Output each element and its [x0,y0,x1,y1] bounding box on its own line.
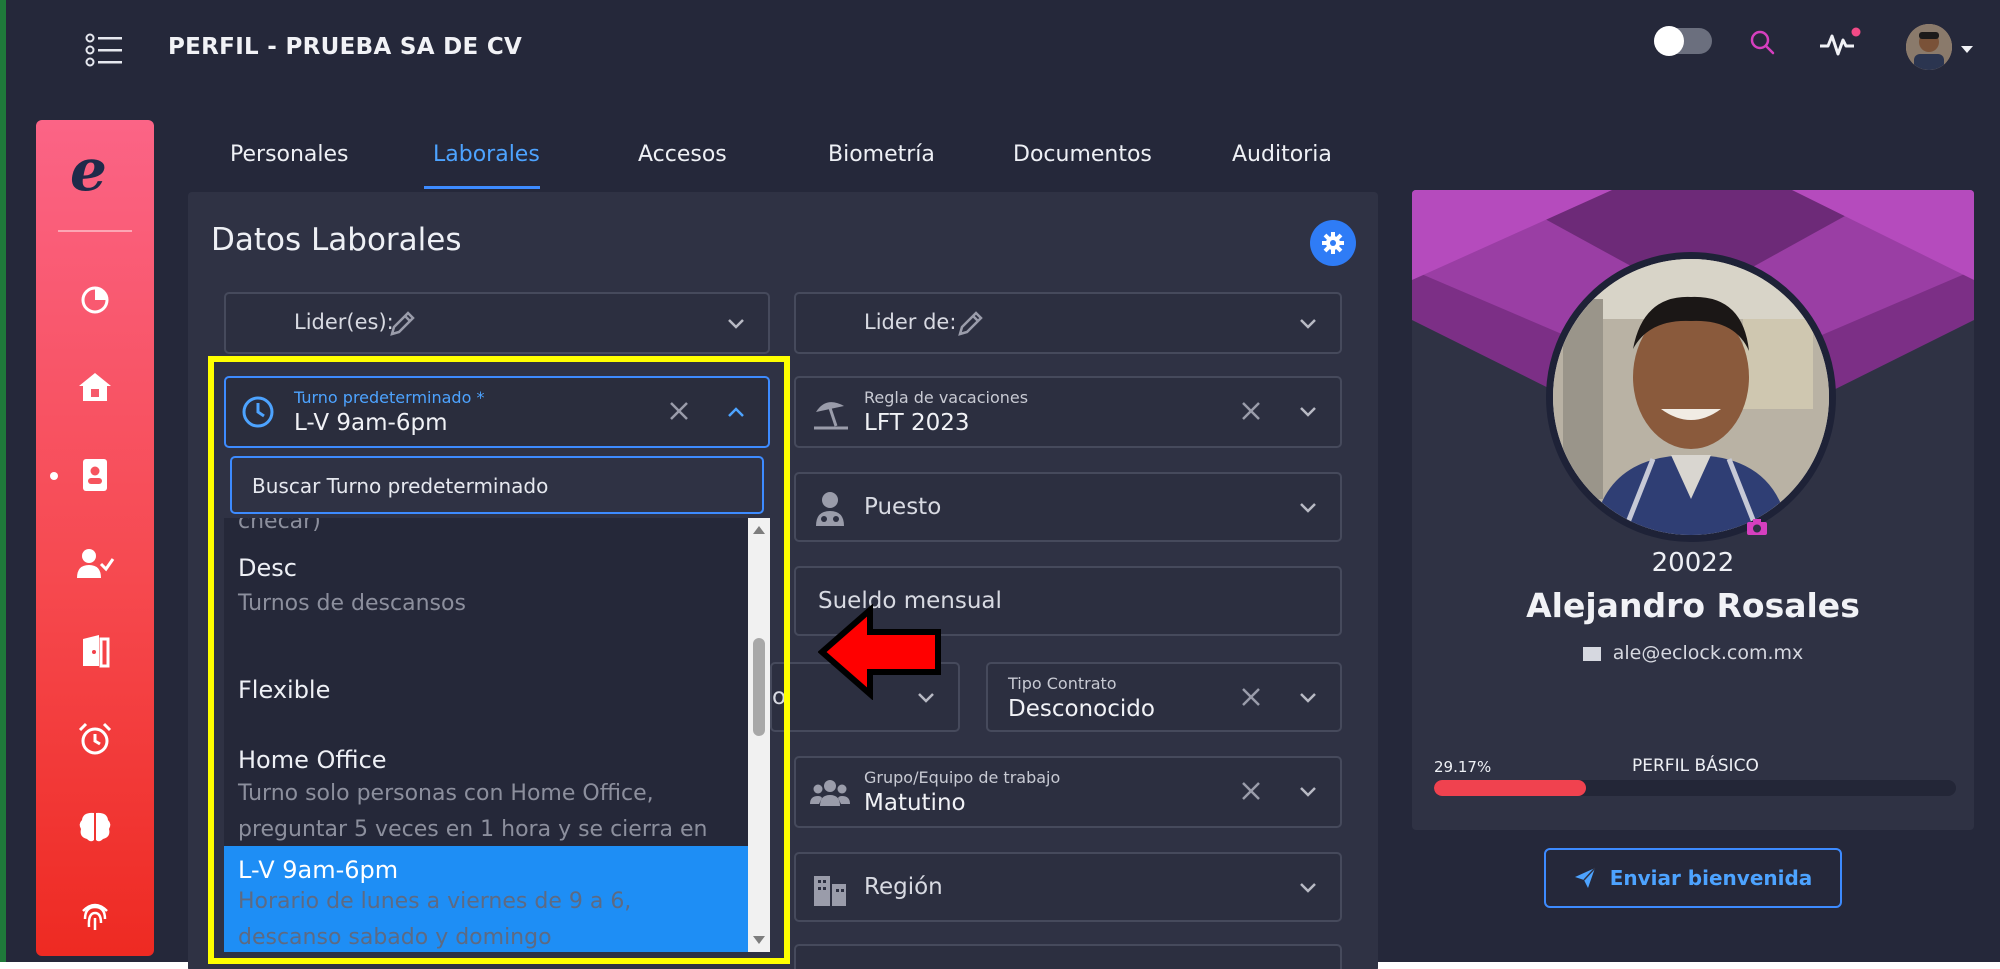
camera-icon[interactable] [1746,518,1768,536]
user-avatar[interactable] [1906,24,1952,70]
lider-de-label: Lider de: [864,310,957,334]
region-select[interactable]: Región [794,852,1342,922]
sidebar-divider [58,230,132,232]
contrato-value: Desconocido [1008,696,1155,722]
active-indicator-dot [50,472,58,480]
vacaciones-label: Regla de vacaciones [864,388,1029,407]
settings-button[interactable] [1310,220,1356,266]
caret-down-icon[interactable] [1960,44,1974,54]
toggle-knob [1654,26,1684,56]
tab-auditoria[interactable]: Auditoria [1232,142,1332,167]
sidebar-item-alarms[interactable] [70,714,120,764]
tab-documentos[interactable]: Documentos [1013,142,1152,167]
chevron-down-icon [1300,503,1316,513]
section-title: Datos Laborales [211,222,462,258]
top-bar: PERFIL - PRUEBA SA DE CV [6,0,2000,96]
grupo-equipo-select[interactable]: Grupo/Equipo de trabajo Matutino [794,756,1342,828]
clear-icon[interactable] [1240,780,1262,802]
paper-plane-icon [1574,867,1596,888]
theme-toggle[interactable] [1654,26,1712,56]
sidebar-item-exits[interactable] [70,626,120,676]
lider-es-select[interactable]: Lider(es): [224,292,770,354]
menu-list-icon[interactable] [84,32,124,68]
employee-photo[interactable] [1546,252,1836,542]
user-tie-icon [816,492,844,526]
send-welcome-label: Enviar bienvenida [1609,866,1813,890]
door-exit-icon [83,635,110,668]
annotation-highlight-box [208,356,790,964]
users-group-icon [810,780,850,806]
chevron-down-icon [1300,693,1316,703]
employee-email: ale@eclock.com.mx [1412,642,1974,664]
user-check-icon [77,549,115,578]
window-left-edge [0,0,6,969]
lider-es-label: Lider(es): [294,310,394,334]
regla-vacaciones-select[interactable]: Regla de vacaciones LFT 2023 [794,376,1342,448]
sidebar-item-attendance[interactable] [70,538,120,588]
grupo-value: Matutino [864,790,966,816]
chevron-down-icon [1300,883,1316,893]
clear-icon[interactable] [1240,686,1262,708]
employee-name: Alejandro Rosales [1526,586,1860,625]
sidebar-item-insights[interactable] [70,802,120,852]
alarm-clock-icon [78,722,112,755]
profile-progress-percent: 29.17% [1434,758,1492,776]
tab-biometria[interactable]: Biometría [828,142,935,167]
tipo-contrato-select[interactable]: Tipo Contrato Desconocido [986,662,1342,732]
annotation-arrow-icon [818,604,941,700]
region-placeholder: Región [864,874,943,900]
puesto-placeholder: Puesto [864,494,942,520]
profile-progress-label: PERFIL BÁSICO [1632,756,1759,776]
beach-umbrella-icon [814,402,848,430]
profile-progress-bar [1434,780,1956,796]
address-book-icon [83,459,107,491]
chevron-down-icon [728,319,744,329]
pencil-icon[interactable] [388,308,418,338]
chevron-down-icon [1300,407,1316,417]
employee-id: 20022 [1651,548,1735,578]
chevron-down-icon [1300,319,1316,329]
employee-email-text: ale@eclock.com.mx [1612,642,1804,664]
search-icon[interactable] [1746,26,1780,60]
pie-chart-icon [81,286,109,314]
eclock-logo-icon[interactable]: e [66,136,124,208]
vacaciones-value: LFT 2023 [864,410,970,436]
home-icon [79,373,111,401]
grupo-label: Grupo/Equipo de trabajo [864,768,1061,787]
fingerprint-icon [82,903,108,930]
chevron-down-icon [1300,787,1316,797]
page-title: PERFIL - PRUEBA SA DE CV [168,34,523,60]
gear-icon [1322,232,1344,254]
tab-personales[interactable]: Personales [230,142,349,167]
puesto-select[interactable]: Puesto [794,472,1342,542]
tab-accesos[interactable]: Accesos [638,142,727,167]
activity-icon[interactable] [1818,24,1862,64]
envelope-icon [1582,646,1601,661]
active-tab-underline [424,186,540,189]
next-field-select[interactable] [794,944,1342,969]
contrato-label: Tipo Contrato [1008,674,1117,693]
sidebar: e [36,120,154,956]
profile-card [1412,190,1974,830]
sidebar-item-biometrics[interactable] [70,890,120,940]
clear-icon[interactable] [1240,400,1262,422]
tab-laborales[interactable]: Laborales [433,142,540,167]
send-welcome-button[interactable]: Enviar bienvenida [1544,848,1842,908]
building-icon [814,876,846,906]
sidebar-item-home[interactable] [70,362,120,412]
sidebar-item-dashboard[interactable] [70,274,120,324]
profile-progress-fill [1434,780,1587,796]
svg-text:e: e [70,138,107,204]
lider-de-select[interactable]: Lider de: [794,292,1342,354]
sidebar-item-employees[interactable] [70,450,120,500]
user-menu[interactable] [1906,24,1976,72]
pencil-icon[interactable] [956,308,986,338]
brain-icon [79,812,111,842]
